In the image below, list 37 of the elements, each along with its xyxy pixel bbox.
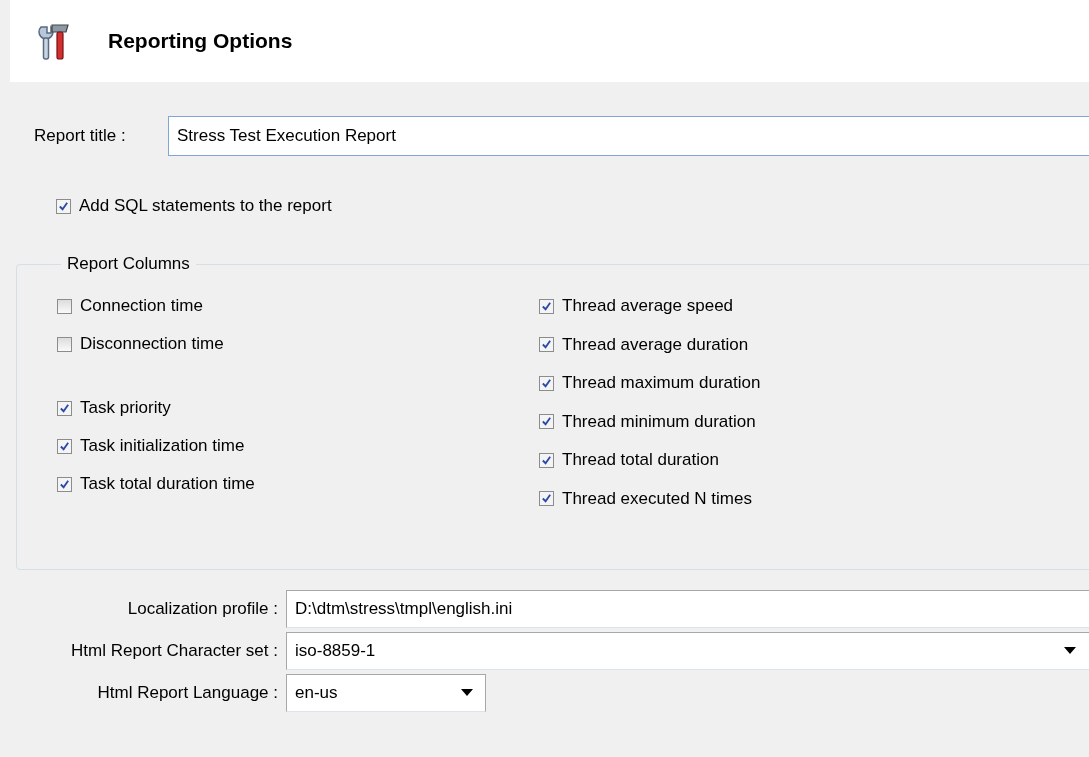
- page-title: Reporting Options: [108, 29, 293, 53]
- report-title-label: Report title :: [34, 126, 127, 146]
- report-title-field[interactable]: Stress Test Execution Report: [168, 116, 1089, 156]
- checkbox-label: Thread average speed: [562, 296, 734, 316]
- checkbox-label: Task total duration time: [80, 474, 255, 494]
- checkbox-label: Thread maximum duration: [562, 373, 761, 393]
- caret-icon[interactable]: [461, 689, 473, 697]
- checkbox[interactable]: [539, 414, 554, 429]
- dropdown-field[interactable]: iso-8859-1: [286, 632, 1089, 670]
- checkbox-label: Thread minimum duration: [562, 411, 756, 432]
- checkbox[interactable]: [57, 298, 72, 314]
- checkbox-label: Add SQL statements to the report: [79, 196, 332, 216]
- text-field[interactable]: D:\dtm\stress\tmpl\english.ini: [286, 590, 1089, 628]
- checkbox-label: Task priority: [80, 398, 171, 418]
- field-label: Html Report Character set :: [70, 641, 279, 661]
- checkbox[interactable]: [539, 298, 554, 314]
- checkbox[interactable]: [539, 452, 554, 468]
- checkbox-label: Task initialization time: [80, 436, 245, 456]
- checkbox[interactable]: [57, 438, 72, 454]
- checkbox[interactable]: [56, 198, 71, 214]
- checkbox[interactable]: [57, 400, 72, 416]
- checkbox[interactable]: [539, 375, 554, 391]
- wrench-hammer-icon: [36, 21, 70, 61]
- checkbox[interactable]: [57, 476, 72, 492]
- checkbox-label: Thread average duration: [562, 334, 749, 355]
- dropdown-field[interactable]: en-us: [286, 674, 486, 712]
- checkbox-label: Disconnection time: [80, 334, 224, 354]
- checkbox[interactable]: [539, 337, 554, 352]
- checkbox-label: Thread executed N times: [562, 488, 752, 509]
- checkbox[interactable]: [57, 336, 72, 352]
- field-label: Html Report Language :: [96, 683, 279, 703]
- field-label: Localization profile :: [126, 599, 279, 619]
- checkbox-label: Connection time: [80, 296, 203, 316]
- caret-icon[interactable]: [1064, 647, 1076, 655]
- checkbox[interactable]: [539, 491, 554, 506]
- checkbox-label: Thread total duration: [562, 450, 719, 470]
- group-title: Report Columns: [66, 254, 191, 274]
